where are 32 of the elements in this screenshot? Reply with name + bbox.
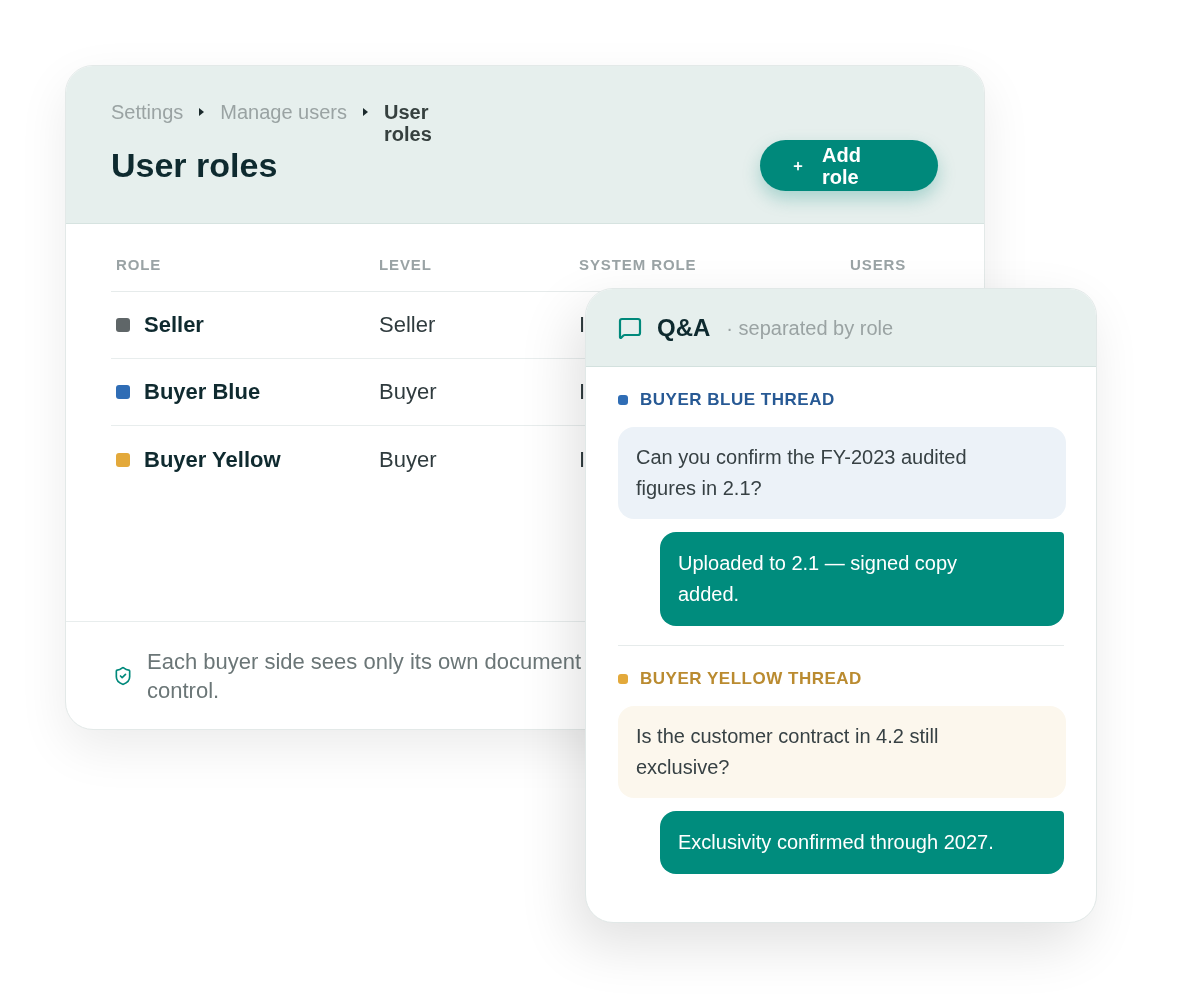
level-cell: Buyer bbox=[379, 446, 437, 473]
caret-right-icon bbox=[363, 108, 368, 116]
answer-bubble: Exclusivity confirmed through 2027. bbox=[660, 811, 1064, 874]
column-header: LEVEL bbox=[379, 256, 433, 274]
chat-icon bbox=[618, 315, 642, 340]
panel-subtitle: · separated by role bbox=[726, 315, 894, 340]
panel-title: Q&A bbox=[657, 313, 711, 342]
add-role-button[interactable]: Add role bbox=[760, 140, 938, 191]
shield-check-icon bbox=[113, 665, 133, 686]
page-title: User roles bbox=[111, 145, 278, 186]
role-name: Seller bbox=[144, 312, 204, 338]
question-bubble: Can you confirm the FY-2023 audited figures in 2.1? bbox=[618, 427, 1066, 519]
breadcrumb-current: User roles bbox=[384, 101, 433, 145]
answer-bubble: Uploaded to 2.1 — signed copy added. bbox=[660, 532, 1064, 626]
column-header: USERS bbox=[850, 256, 908, 274]
system-role-cell: I bbox=[579, 379, 586, 405]
system-role-cell: I bbox=[579, 446, 586, 473]
plus-icon bbox=[792, 159, 804, 172]
caret-right-icon bbox=[199, 108, 205, 116]
role-name: Buyer Blue bbox=[144, 379, 261, 405]
role-name: Buyer Yellow bbox=[144, 446, 281, 473]
breadcrumb-link[interactable]: Manage users bbox=[220, 101, 347, 123]
footer-note: Each buyer side sees only its own document control. bbox=[147, 647, 582, 705]
level-cell: Buyer bbox=[379, 379, 437, 405]
breadcrumb-link[interactable]: Settings bbox=[111, 101, 184, 123]
thread-label: BUYER YELLOW THREAD bbox=[640, 669, 862, 689]
column-header: SYSTEM ROLE bbox=[579, 256, 698, 274]
level-cell: Seller bbox=[379, 312, 436, 338]
system-role-cell: I bbox=[579, 312, 586, 338]
thread-label: BUYER BLUE THREAD bbox=[640, 390, 835, 410]
question-bubble: Is the customer contract in 4.2 still exclusive? bbox=[618, 706, 1066, 798]
column-header: ROLE bbox=[116, 256, 163, 274]
